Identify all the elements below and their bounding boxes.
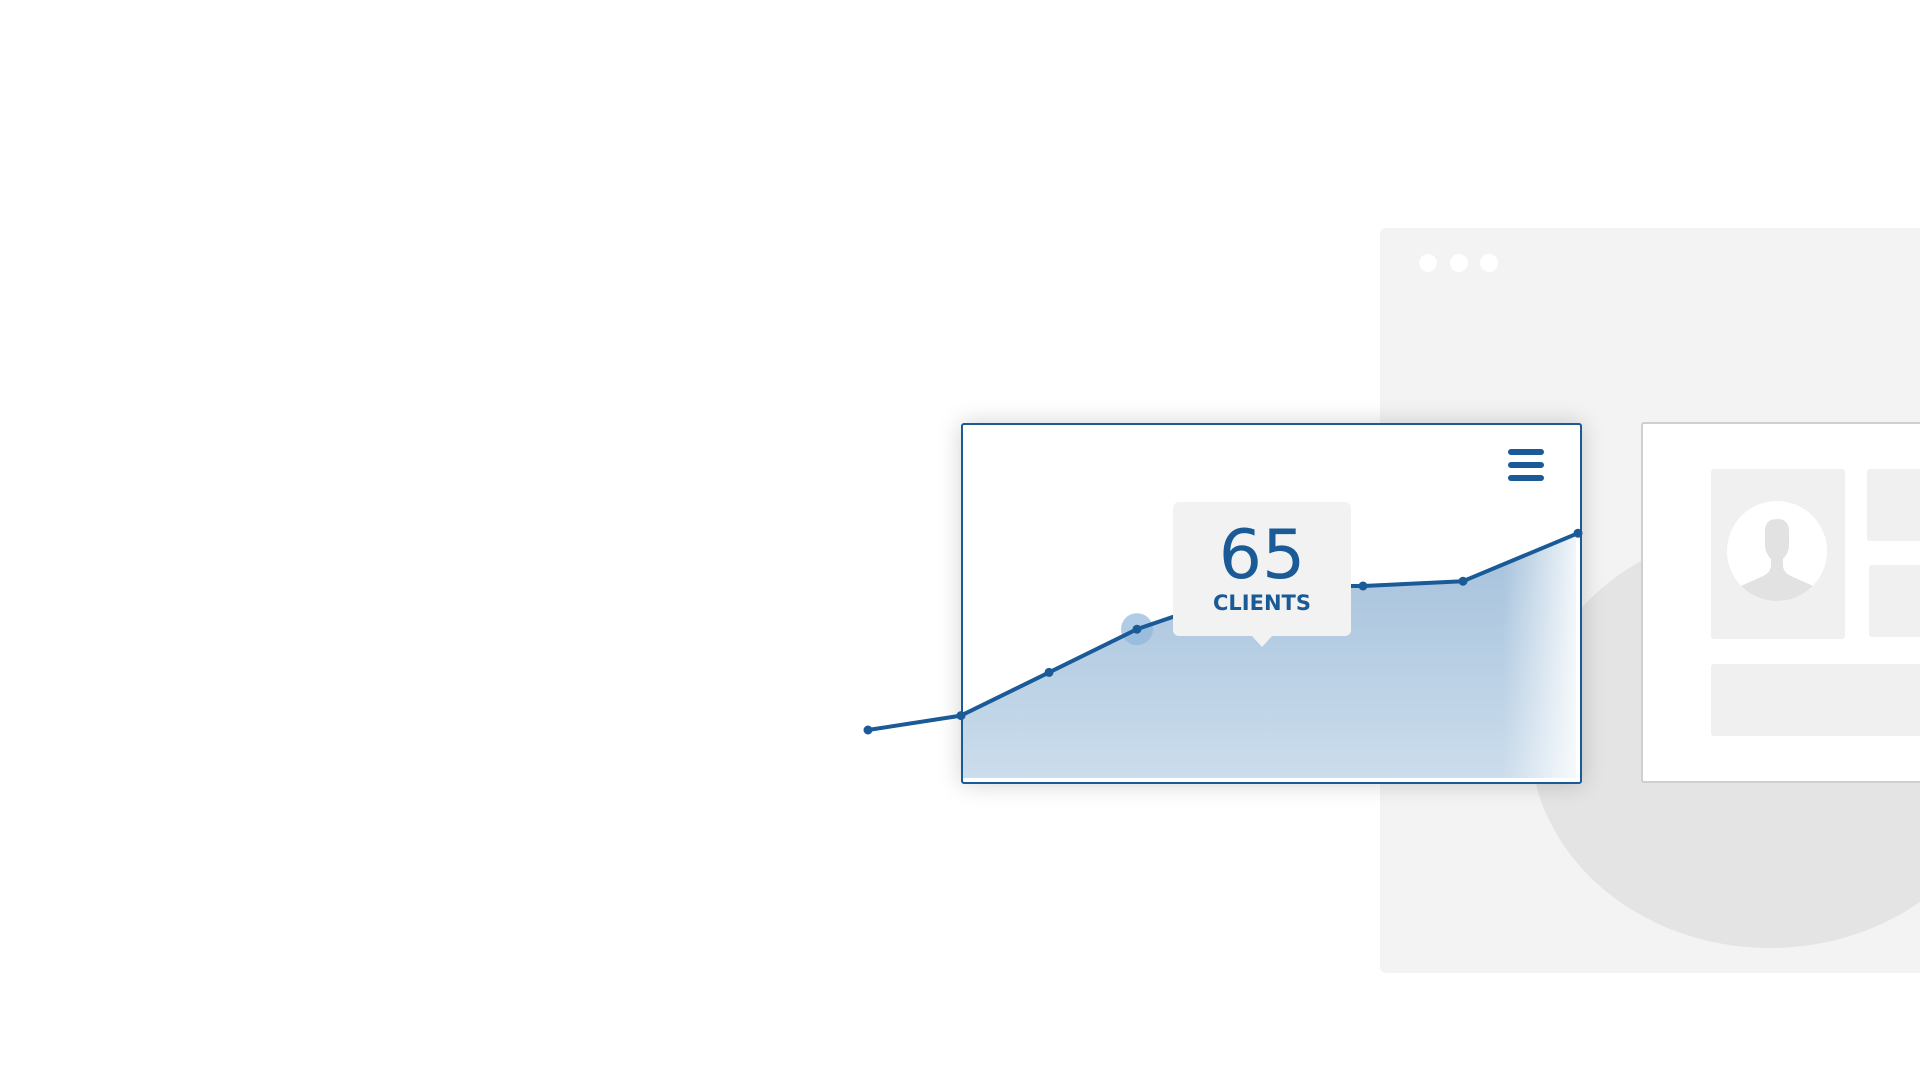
area-chart	[863, 425, 1583, 778]
stat-value: 65	[1218, 516, 1306, 595]
chart-point	[1573, 528, 1583, 538]
chart-point	[1358, 581, 1368, 591]
hamburger-menu-icon[interactable]	[1503, 445, 1547, 485]
chart-point	[1458, 576, 1468, 586]
chart-point	[863, 725, 873, 735]
stat-unit: CLIENTS	[1213, 591, 1311, 615]
chart-point	[1044, 667, 1054, 677]
stat-tooltip: 65 CLIENTS	[1173, 502, 1351, 647]
chart-point	[1132, 624, 1142, 634]
illustration: 65 CLIENTS	[0, 0, 1920, 1080]
chart-point	[956, 711, 966, 721]
